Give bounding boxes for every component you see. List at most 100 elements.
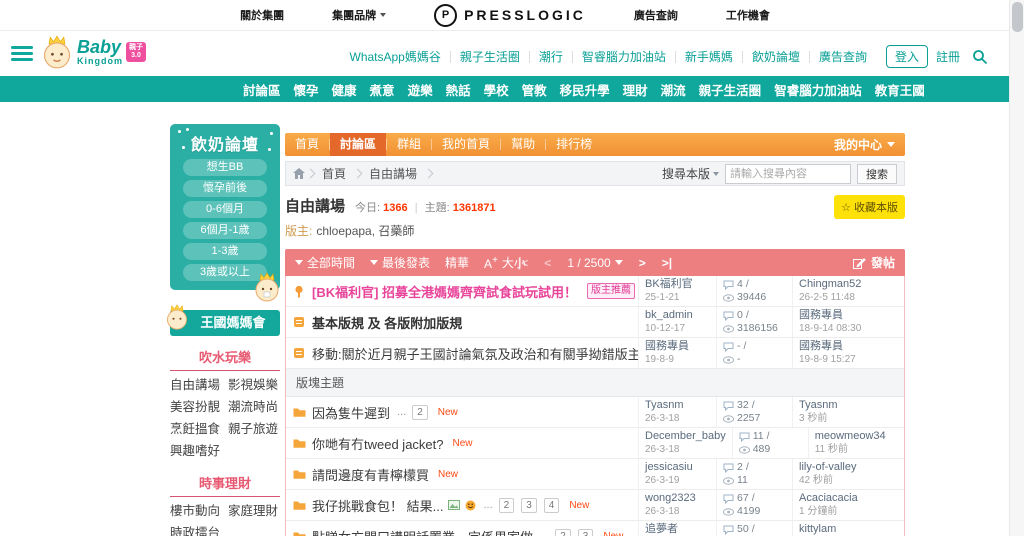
nav-item-forum[interactable]: 討論區 bbox=[243, 80, 281, 99]
banner-button-ttc[interactable]: 想生BB bbox=[183, 159, 267, 176]
search-icon[interactable] bbox=[972, 49, 988, 65]
last-poster-link[interactable]: Tyasnm bbox=[799, 399, 898, 412]
thread-title-link[interactable]: 基本版規 及 各版附加版規 bbox=[312, 313, 462, 332]
presslogic-logo[interactable]: P PRESSLOGIC bbox=[434, 3, 586, 27]
forumnav-ranking[interactable]: 排行榜 bbox=[546, 133, 602, 156]
nav-item-brainpower[interactable]: 智睿腦力加油站 bbox=[774, 80, 862, 99]
page-indicator-dropdown[interactable]: 1 / 2500 bbox=[567, 256, 623, 270]
sidebar-item-travel[interactable]: 親子旅遊 bbox=[228, 419, 280, 440]
moderator-links[interactable]: chloepapa, 召藥師 bbox=[316, 224, 414, 238]
thread-title-link[interactable]: 你哋有冇tweed jacket? bbox=[312, 434, 444, 453]
forumnav-help[interactable]: 幫助 bbox=[501, 133, 545, 156]
breadcrumb-home[interactable]: 首頁 bbox=[316, 165, 352, 182]
last-poster-link[interactable]: kittylam bbox=[799, 523, 898, 536]
topbar-link-about[interactable]: 關於集團 bbox=[240, 7, 284, 23]
thread-page-link[interactable]: 2 bbox=[412, 404, 428, 420]
forumnav-my-home[interactable]: 我的首頁 bbox=[432, 133, 500, 156]
header-link-ads[interactable]: 廣告查詢 bbox=[810, 48, 876, 65]
nav-item-parenting[interactable]: 管教 bbox=[522, 80, 547, 99]
nav-item-school[interactable]: 學校 bbox=[484, 80, 509, 99]
header-link-whatsapp[interactable]: WhatsApp媽媽谷 bbox=[341, 48, 450, 65]
thread-title-link[interactable]: 點睇女方開口講明話置業一定係男家做 bbox=[312, 527, 533, 536]
author-link[interactable]: Tyasnm bbox=[645, 399, 710, 412]
header-link-new-moms[interactable]: 新手媽媽 bbox=[676, 48, 742, 65]
thread-page-link[interactable]: 4 bbox=[543, 497, 560, 513]
register-link[interactable]: 註冊 bbox=[936, 48, 960, 65]
sidebar-item-politics[interactable]: 時政擂台 bbox=[170, 523, 222, 536]
sort-dropdown[interactable]: 最後發表 bbox=[370, 254, 430, 271]
thread-title-link[interactable]: 因為隻牛遲到 bbox=[312, 403, 390, 422]
nav-item-trends[interactable]: 潮流 bbox=[661, 80, 686, 99]
breadcrumb-current[interactable]: 自由講場 bbox=[363, 165, 423, 182]
forumnav-home[interactable]: 首頁 bbox=[285, 133, 329, 156]
vertical-scrollbar[interactable] bbox=[1009, 0, 1024, 536]
thread-title-link[interactable]: 我仔挑戰食包！ 結果... bbox=[312, 496, 443, 515]
author-link[interactable]: BK福利官 bbox=[645, 278, 710, 291]
thread-page-link[interactable]: 3 bbox=[521, 497, 537, 513]
forumnav-forum[interactable]: 討論區 bbox=[330, 133, 387, 156]
banner-button-0-6m[interactable]: 0-6個月 bbox=[183, 201, 267, 218]
nav-item-cooking[interactable]: 煮意 bbox=[370, 80, 395, 99]
last-poster-link[interactable]: Acaciacacia bbox=[799, 492, 898, 505]
banner-button-1-3y[interactable]: 1-3歲 bbox=[183, 243, 267, 260]
last-page-button[interactable]: >| bbox=[662, 256, 672, 270]
header-link-milk-forum[interactable]: 飲奶論壇 bbox=[743, 48, 809, 65]
thread-page-link[interactable]: 2 bbox=[498, 497, 515, 513]
sidebar-item-fashion[interactable]: 潮流時尚 bbox=[228, 397, 280, 418]
sidebar-item-entertainment[interactable]: 影視娛樂 bbox=[228, 375, 280, 396]
thread-title-link[interactable]: 請問邊度有青檸檬買 bbox=[312, 465, 429, 484]
sidebar-item-family-finance[interactable]: 家庭理財 bbox=[228, 501, 280, 522]
sidebar-item-beauty[interactable]: 美容扮靚 bbox=[170, 397, 222, 418]
nav-item-hot-topics[interactable]: 熱話 bbox=[446, 80, 471, 99]
last-poster-link[interactable]: Chingman52 bbox=[799, 278, 898, 291]
nav-item-finance[interactable]: 理財 bbox=[623, 80, 648, 99]
last-poster-link[interactable]: 國務專員 bbox=[799, 309, 898, 322]
last-poster-link[interactable]: lily-of-valley bbox=[799, 461, 898, 474]
header-link-trendy[interactable]: 潮行 bbox=[530, 48, 572, 65]
sidebar-item-hobbies[interactable]: 興趣嗜好 bbox=[170, 441, 222, 462]
thread-page-link[interactable]: 2 bbox=[555, 528, 571, 536]
scrollbar-thumb[interactable] bbox=[1012, 2, 1023, 32]
favorite-forum-button[interactable]: ☆ 收藏本版 bbox=[834, 195, 905, 219]
topbar-link-ads[interactable]: 廣告查詢 bbox=[634, 7, 678, 23]
author-link[interactable]: jessicasiu bbox=[645, 461, 710, 474]
header-link-family-life[interactable]: 親子生活圈 bbox=[451, 48, 529, 65]
thread-title-link[interactable]: [BK福利官] 招募全港媽媽齊齊試食試玩試用！ bbox=[312, 282, 577, 301]
kingdom-moms-club-banner[interactable]: 王國媽媽會 bbox=[167, 304, 280, 336]
header-link-brainpower[interactable]: 智睿腦力加油站 bbox=[573, 48, 675, 65]
banner-button-6m-1y[interactable]: 6個月-1歲 bbox=[183, 222, 267, 239]
login-button[interactable]: 登入 bbox=[885, 45, 928, 68]
nav-item-education-kingdom[interactable]: 教育王國 bbox=[875, 80, 925, 99]
author-link[interactable]: wong2323 bbox=[645, 492, 710, 505]
banner-button-pregnancy[interactable]: 懷孕前後 bbox=[183, 180, 267, 197]
digest-filter[interactable]: 精華 bbox=[445, 254, 469, 271]
topbar-link-brands[interactable]: 集團品牌 bbox=[332, 7, 387, 23]
author-link[interactable]: December_baby bbox=[645, 430, 726, 443]
author-link[interactable]: bk_admin bbox=[645, 309, 710, 322]
last-poster-link[interactable]: 國務專員 bbox=[799, 340, 898, 353]
sidebar-item-free-chat[interactable]: 自由講場 bbox=[170, 375, 222, 396]
author-link[interactable]: 國務專員 bbox=[645, 340, 710, 353]
new-post-button[interactable]: 發帖 bbox=[852, 254, 895, 271]
forum-search-button[interactable]: 搜索 bbox=[857, 163, 897, 184]
sidebar-item-property[interactable]: 樓市動向 bbox=[170, 501, 222, 522]
nav-item-health[interactable]: 健康 bbox=[332, 80, 357, 99]
filter-time-dropdown[interactable]: 全部時間 bbox=[295, 254, 355, 271]
milk-forum-banner[interactable]: 飲奶論壇 想生BB 懷孕前後 0-6個月 6個月-1歲 1-3歲 3歲或以上 bbox=[170, 124, 280, 302]
thread-page-link[interactable]: 3 bbox=[577, 528, 594, 536]
author-link[interactable]: 追夢者 bbox=[645, 523, 710, 536]
forumnav-groups[interactable]: 群組 bbox=[387, 133, 431, 156]
search-scope-dropdown[interactable]: 搜尋本版 bbox=[662, 165, 719, 182]
sidebar-item-cooking[interactable]: 烹飪搵食 bbox=[170, 419, 222, 440]
topbar-link-careers[interactable]: 工作機會 bbox=[726, 7, 770, 23]
my-center-menu[interactable]: 我的中心 bbox=[834, 136, 905, 153]
thread-title-link[interactable]: 移動:關於近月親子王國討論氣氛及政治和有關爭拗錯版主題處理 bbox=[312, 344, 638, 363]
forum-search-input[interactable] bbox=[725, 163, 851, 184]
babykingdom-logo[interactable]: Baby Kingdom 親子 3.0 bbox=[40, 35, 146, 69]
home-icon[interactable] bbox=[293, 168, 305, 179]
next-page-button[interactable]: > bbox=[639, 256, 646, 270]
prev-page-button[interactable]: < bbox=[544, 256, 551, 270]
nav-item-play[interactable]: 遊樂 bbox=[408, 80, 433, 99]
nav-item-emigration[interactable]: 移民升學 bbox=[560, 80, 610, 99]
last-poster-link[interactable]: meowmeow34 bbox=[815, 430, 898, 443]
